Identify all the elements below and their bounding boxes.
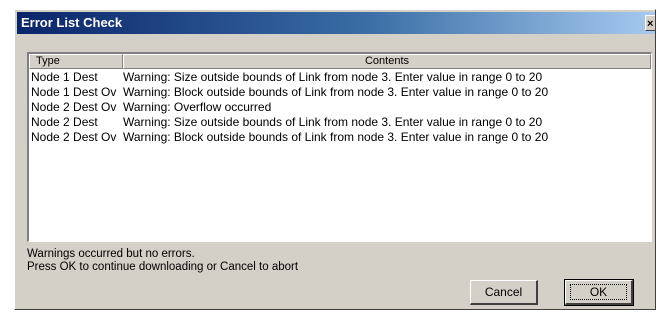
- focus-rectangle: [570, 284, 627, 300]
- ok-button[interactable]: OK: [564, 279, 634, 306]
- row-type: Node 1 Dest Ov: [31, 85, 117, 99]
- list-header: Type Contents: [29, 54, 651, 69]
- cancel-button[interactable]: Cancel: [470, 280, 538, 305]
- status-line-warnings: Warnings occurred but no errors.: [27, 248, 195, 260]
- column-header-contents[interactable]: Contents: [123, 54, 651, 69]
- list-row[interactable]: Node 2 Dest Warning: Size outside bounds…: [29, 115, 651, 130]
- window-title: Error List Check: [21, 15, 123, 30]
- list-row[interactable]: Node 2 Dest Ov Warning: Overflow occurre…: [29, 100, 651, 115]
- column-header-type[interactable]: Type: [29, 54, 123, 69]
- row-type: Node 2 Dest Ov: [31, 100, 117, 114]
- row-contents: Warning: Block outside bounds of Link fr…: [123, 85, 549, 99]
- row-contents: Warning: Size outside bounds of Link fro…: [123, 115, 543, 129]
- row-type: Node 1 Dest: [31, 70, 98, 84]
- status-message: Warnings occurred but no errors. Press O…: [27, 248, 298, 274]
- list-row[interactable]: Node 2 Dest Ov Warning: Block outside bo…: [29, 130, 651, 145]
- row-contents: Warning: Block outside bounds of Link fr…: [123, 130, 549, 144]
- close-button[interactable]: ×: [645, 15, 655, 31]
- row-contents: Warning: Size outside bounds of Link fro…: [123, 70, 543, 84]
- status-line-instructions: Press OK to continue downloading or Canc…: [27, 261, 299, 273]
- row-type: Node 2 Dest: [31, 115, 98, 129]
- error-list-dialog: Error List Check × Type Contents Node 1 …: [14, 9, 656, 310]
- error-list[interactable]: Type Contents Node 1 Dest Warning: Size …: [27, 52, 652, 242]
- close-icon: ×: [647, 18, 654, 30]
- list-row[interactable]: Node 1 Dest Warning: Size outside bounds…: [29, 70, 651, 85]
- list-row[interactable]: Node 1 Dest Ov Warning: Block outside bo…: [29, 85, 651, 100]
- row-type: Node 2 Dest Ov: [31, 130, 117, 144]
- list-rows: Node 1 Dest Warning: Size outside bounds…: [29, 69, 651, 145]
- row-contents: Warning: Overflow occurred: [123, 100, 272, 114]
- title-bar[interactable]: Error List Check ×: [17, 12, 655, 34]
